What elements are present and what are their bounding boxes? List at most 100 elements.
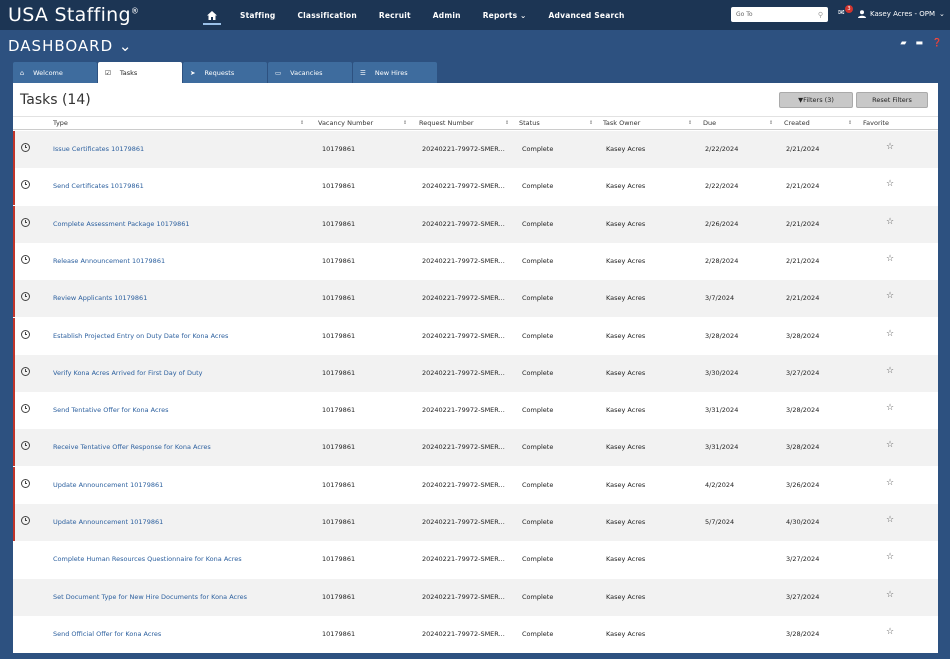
table-row[interactable]: Update Announcement 10179861 10179861 2024… xyxy=(13,504,938,541)
favorite-star-icon[interactable]: ☆ xyxy=(886,366,894,376)
app-logo[interactable]: USA Staffing® xyxy=(0,4,195,26)
user-menu[interactable]: Kasey Acres - OPM ⌄ xyxy=(858,10,945,18)
table-row[interactable]: Set Document Type for New Hire Documents… xyxy=(13,578,938,616)
task-type-link[interactable]: Send Tentative Offer for Kona Acres xyxy=(53,406,168,414)
column-vacancy-number[interactable]: Vacancy Number xyxy=(318,119,373,127)
favorite-star-icon[interactable]: ☆ xyxy=(886,478,894,488)
sort-icon[interactable]: ⇕ xyxy=(403,120,407,126)
nav-staffing[interactable]: Staffing xyxy=(229,0,286,30)
column-task-owner[interactable]: Task Owner xyxy=(603,119,640,127)
task-type-link[interactable]: Review Applicants 10179861 xyxy=(53,294,147,302)
clock-icon xyxy=(21,366,30,376)
task-type-link[interactable]: Set Document Type for New Hire Documents… xyxy=(53,593,247,601)
sort-icon[interactable]: ⇕ xyxy=(589,120,593,126)
favorite-star-icon[interactable]: ☆ xyxy=(886,217,894,227)
task-type-link[interactable]: Send Official Offer for Kona Acres xyxy=(53,630,161,638)
column-status[interactable]: Status xyxy=(519,119,540,127)
created-date: 2/21/2024 xyxy=(786,219,820,228)
column-type[interactable]: Type xyxy=(53,119,68,127)
task-type-link[interactable]: Issue Certificates 10179861 xyxy=(53,145,144,153)
favorite-star-icon[interactable]: ☆ xyxy=(886,627,894,637)
vacancy-number: 10179861 xyxy=(322,518,356,526)
dashboard-title[interactable]: DASHBOARD ⌄ xyxy=(0,37,133,55)
favorite-star-icon[interactable]: ☆ xyxy=(886,515,894,525)
table-row[interactable]: Complete Human Resources Questionnaire f… xyxy=(13,541,938,578)
table-row[interactable]: Review Applicants 10179861 10179861 202402… xyxy=(13,280,938,318)
favorite-star-icon[interactable]: ☆ xyxy=(886,254,894,264)
go-to-input[interactable]: Go To ⚲ xyxy=(731,7,828,22)
table-row[interactable]: Establish Projected Entry on Duty Date f… xyxy=(13,317,938,355)
favorite-star-icon[interactable]: ☆ xyxy=(886,291,894,301)
task-status: Complete xyxy=(522,145,554,153)
nav-advanced-search[interactable]: Advanced Search xyxy=(538,0,636,30)
favorite-star-icon[interactable]: ☆ xyxy=(886,403,894,413)
request-number: 20240221-79972-SMER... xyxy=(422,518,505,526)
column-created[interactable]: Created xyxy=(784,119,810,127)
table-row[interactable]: Receive Tentative Offer Response for Kon… xyxy=(13,429,938,467)
nav-admin[interactable]: Admin xyxy=(422,0,472,30)
nav-classification[interactable]: Classification xyxy=(286,0,367,30)
task-owner: Kasey Acres xyxy=(606,145,646,153)
scrollbar[interactable] xyxy=(938,83,950,659)
column-due[interactable]: Due xyxy=(703,119,716,127)
due-date: 2/26/2024 xyxy=(705,219,739,228)
tab-vacancies[interactable]: ▭ Vacancies xyxy=(268,62,352,83)
help-icon[interactable]: ❓ xyxy=(932,38,942,47)
table-row[interactable]: Update Announcement 10179861 10179861 2024… xyxy=(13,466,938,504)
sort-icon[interactable]: ⇕ xyxy=(300,120,304,126)
sort-icon[interactable]: ⇕ xyxy=(688,120,692,126)
request-number: 20240221-79972-SMER... xyxy=(422,555,505,564)
favorite-star-icon[interactable]: ☆ xyxy=(886,179,894,189)
table-row[interactable]: Complete Assessment Package 10179861 1017… xyxy=(13,205,938,243)
briefcase-icon[interactable]: ▰ xyxy=(900,38,906,47)
table-row[interactable]: Send Tentative Offer for Kona Acres 10179… xyxy=(13,392,938,430)
overdue-flag xyxy=(13,131,15,168)
filters-button[interactable]: ▼ Filters (3) xyxy=(779,92,853,108)
task-type-link[interactable]: Complete Assessment Package 10179861 xyxy=(53,220,190,228)
column-request-number[interactable]: Request Number xyxy=(419,119,474,127)
task-type-link[interactable]: Update Announcement 10179861 xyxy=(53,518,163,526)
mail-icon[interactable]: ✉ xyxy=(838,8,845,17)
task-type-link[interactable]: Verify Kona Acres Arrived for First Day … xyxy=(53,369,203,377)
dashboard-actions: ▰ ▬ ❓ xyxy=(900,38,942,47)
table-row[interactable]: Send Official Offer for Kona Acres 101798… xyxy=(13,616,938,653)
chat-icon[interactable]: ▬ xyxy=(915,38,923,47)
vacancy-number: 10179861 xyxy=(322,480,356,489)
favorite-star-icon[interactable]: ☆ xyxy=(886,329,894,339)
tab-requests[interactable]: ➤ Requests xyxy=(183,62,267,83)
vacancy-number: 10179861 xyxy=(322,368,356,377)
sort-icon[interactable]: ⇕ xyxy=(848,120,852,126)
search-icon[interactable]: ⚲ xyxy=(818,11,823,19)
vacancy-number: 10179861 xyxy=(322,331,356,340)
nav-recruit[interactable]: Recruit xyxy=(368,0,422,30)
registered-mark: ® xyxy=(130,6,140,16)
task-type-link[interactable]: Establish Projected Entry on Duty Date f… xyxy=(53,332,228,340)
clock-icon xyxy=(21,143,30,152)
task-status: Complete xyxy=(522,629,554,638)
table-row[interactable]: Issue Certificates 10179861 10179861 20240… xyxy=(13,131,938,168)
table-row[interactable]: Send Certificates 10179861 10179861 202402… xyxy=(13,168,938,206)
favorite-star-icon[interactable]: ☆ xyxy=(886,590,894,600)
task-type-link[interactable]: Send Certificates 10179861 xyxy=(53,182,144,190)
tab-welcome[interactable]: ⌂ Welcome xyxy=(13,62,97,83)
sort-icon[interactable]: ⇕ xyxy=(769,120,773,126)
task-status: Complete xyxy=(522,182,554,191)
table-row[interactable]: Verify Kona Acres Arrived for First Day … xyxy=(13,354,938,392)
table-row[interactable]: Release Announcement 10179861 10179861 202… xyxy=(13,242,938,280)
task-type-link[interactable]: Receive Tentative Offer Response for Kon… xyxy=(53,443,211,451)
tab-tasks[interactable]: ☑ Tasks xyxy=(98,62,182,83)
sort-icon[interactable]: ⇕ xyxy=(505,120,509,126)
favorite-star-icon[interactable]: ☆ xyxy=(886,440,894,450)
favorite-star-icon[interactable]: ☆ xyxy=(886,142,894,152)
task-type-link[interactable]: Update Announcement 10179861 xyxy=(53,481,163,489)
task-type-link[interactable]: Release Announcement 10179861 xyxy=(53,257,165,265)
request-number: 20240221-79972-SMER... xyxy=(422,406,505,415)
tab-new-hires[interactable]: ☰ New Hires xyxy=(353,62,437,83)
nav-reports[interactable]: Reports ⌄ xyxy=(472,0,538,30)
task-type-link[interactable]: Complete Human Resources Questionnaire f… xyxy=(53,555,242,563)
favorite-star-icon[interactable]: ☆ xyxy=(886,552,894,562)
request-number: 20240221-79972-SMER... xyxy=(422,219,505,228)
home-icon[interactable] xyxy=(195,0,229,30)
overdue-flag xyxy=(13,429,15,467)
reset-filters-button[interactable]: Reset Filters xyxy=(856,92,928,108)
